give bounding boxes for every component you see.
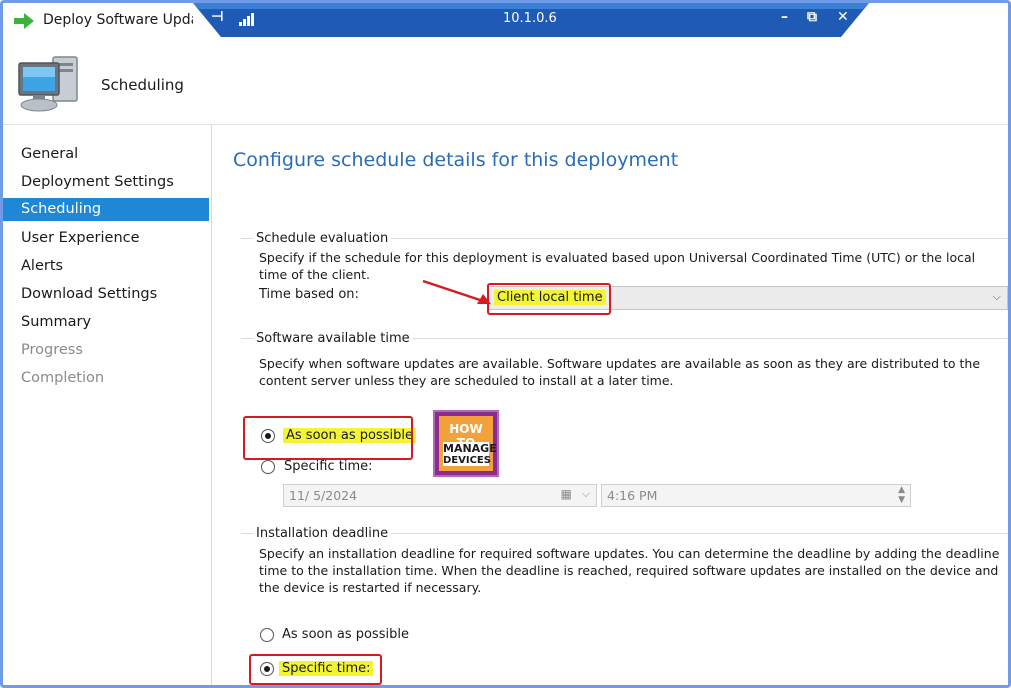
nav-item-download-settings[interactable]: Download Settings	[3, 283, 209, 306]
nav-item-scheduling[interactable]: Scheduling	[3, 198, 209, 221]
callout-box-available-asap	[243, 416, 413, 460]
minimize-icon[interactable]: –	[781, 9, 788, 25]
signal-strength-icon[interactable]	[239, 12, 255, 26]
callout-box-time-based-on	[487, 283, 611, 315]
deadline-asap-label[interactable]: As soon as possible	[282, 627, 409, 642]
chevron-down-icon[interactable]: ⌵	[993, 290, 1001, 304]
available-time-field: 4:16 PM ▲ ▼	[601, 484, 911, 507]
nav-item-completion: Completion	[21, 370, 105, 386]
nav-item-user-experience[interactable]: User Experience	[3, 227, 209, 250]
logo-line-3: DEVICES	[443, 455, 491, 466]
restore-icon[interactable]: ⧉	[807, 9, 817, 25]
computer-icon	[18, 56, 78, 112]
wizard-window: Deploy Software Updates ⊣ 10.1.0.6 – ⧉ ✕	[0, 0, 1011, 688]
page-header-title: Scheduling	[101, 76, 184, 94]
chevron-down-icon: ⌵	[581, 487, 590, 500]
available-date-value: 11/ 5/2024	[289, 488, 358, 503]
schedule-evaluation-label: Schedule evaluation	[253, 231, 392, 246]
logo-inner: HOW TO MANAGE DEVICES	[439, 416, 497, 471]
pin-icon[interactable]: ⊣	[211, 9, 224, 25]
nav-item-summary[interactable]: Summary	[3, 311, 209, 334]
software-available-time-description: Specify when software updates are availa…	[259, 356, 981, 388]
schedule-evaluation-description: Specify if the schedule for this deploym…	[259, 250, 976, 282]
wizard-navigation: General Deployment Settings Scheduling U…	[3, 125, 212, 685]
available-time-value: 4:16 PM	[607, 488, 658, 503]
nav-item-general[interactable]: General	[3, 143, 209, 166]
deadline-asap-radio[interactable]	[260, 628, 274, 642]
callout-box-deadline-specific	[249, 654, 382, 685]
time-based-on-label: Time based on:	[259, 287, 359, 302]
close-icon[interactable]: ✕	[837, 9, 849, 25]
available-date-field: 11/ 5/2024 ▦ ⌵	[283, 484, 597, 507]
wizard-header: Scheduling	[3, 39, 1008, 125]
nav-item-alerts[interactable]: Alerts	[3, 255, 209, 278]
software-available-time-label: Software available time	[253, 331, 413, 346]
nav-item-deployment-settings[interactable]: Deployment Settings	[3, 171, 209, 194]
remote-host-address: 10.1.0.6	[503, 11, 557, 26]
nav-item-progress: Progress	[21, 342, 83, 358]
installation-deadline-label: Installation deadline	[253, 526, 392, 541]
spinner-icon: ▲ ▼	[898, 485, 905, 505]
page-title: Configure schedule details for this depl…	[233, 149, 679, 171]
remote-connection-bar[interactable]: ⊣ 10.1.0.6 – ⧉ ✕	[193, 3, 869, 37]
available-specific-time-radio[interactable]	[261, 460, 275, 474]
logo-line-2: MANAGE	[443, 442, 497, 455]
window-title: Deploy Software Updates	[43, 12, 193, 28]
red-arrow-icon	[422, 279, 491, 304]
installation-deadline-description: Specify an installation deadline for req…	[259, 546, 1000, 595]
green-arrow-icon	[14, 13, 34, 29]
available-specific-time-label[interactable]: Specific time:	[284, 459, 372, 474]
calendar-icon: ▦	[560, 487, 572, 501]
how-to-manage-devices-logo: HOW TO MANAGE DEVICES	[433, 410, 499, 477]
